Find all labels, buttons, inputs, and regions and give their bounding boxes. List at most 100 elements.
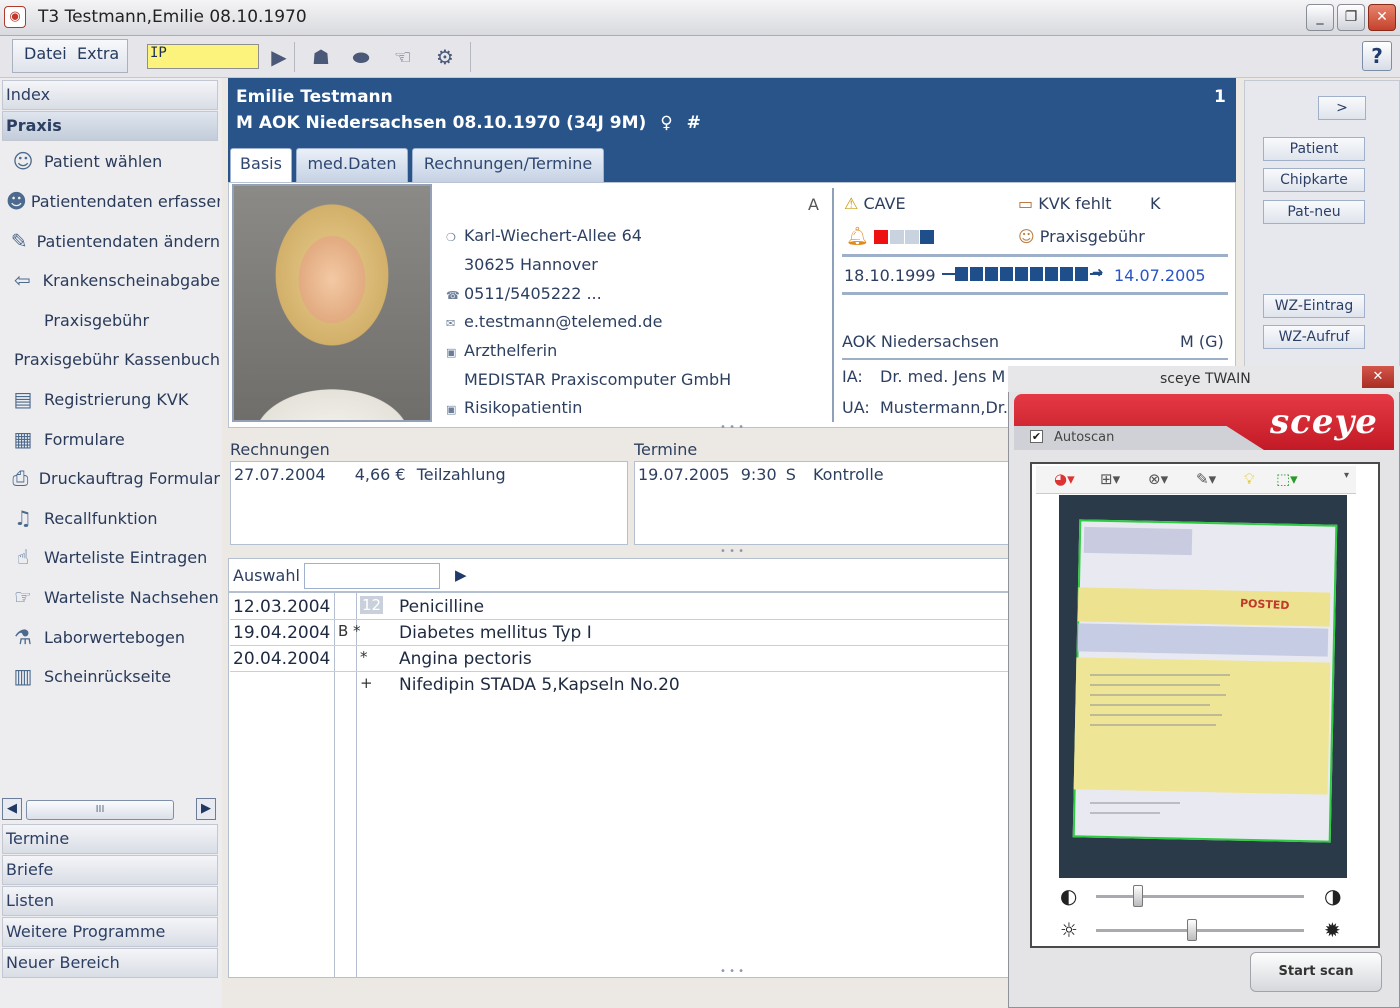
- splitter-grip[interactable]: • • •: [720, 966, 744, 977]
- chipkarte-button[interactable]: Chipkarte: [1263, 168, 1365, 192]
- rechnungen-box[interactable]: 27.07.2004 4,66 € Teilzahlung: [230, 461, 628, 545]
- row-mark: B *: [338, 622, 361, 640]
- sidebar-item-krankenscheinabgabe[interactable]: ⇦ Krankenscheinabgabe: [6, 261, 220, 299]
- brightness-slider[interactable]: [1096, 929, 1304, 932]
- arrow-left-icon: ⇦: [13, 268, 31, 292]
- play-icon[interactable]: ▶: [264, 42, 294, 72]
- brightness-slider-thumb[interactable]: [1186, 919, 1197, 941]
- document-text-line: [1090, 694, 1226, 696]
- sidebar-index[interactable]: Index: [2, 80, 218, 110]
- light-icon[interactable]: 💡︎: [1244, 470, 1255, 490]
- crop-icon[interactable]: ⬚▾: [1276, 470, 1298, 490]
- termine-box[interactable]: 19.07.2005 9:30 S Kontrolle: [634, 461, 1018, 545]
- wz-eintrag-button[interactable]: WZ-Eintrag: [1263, 294, 1365, 318]
- splitter-grip[interactable]: • • •: [720, 546, 744, 557]
- sidebar-item-formulare[interactable]: ▦ Formulare: [6, 420, 220, 458]
- sidebar-scrollbar[interactable]: ◀ III ▶: [2, 798, 218, 822]
- table-row[interactable]: 12.03.2004 12 Penicilline: [230, 594, 1016, 620]
- sidebar-item-patient-waehlen[interactable]: ☺ Patient wählen: [6, 142, 220, 180]
- sidebar-item-label: Praxisgebühr Kassenbuch: [13, 349, 220, 369]
- sidebar-item-patientendaten-aendern[interactable]: ✎ Patientendaten ändern: [6, 222, 220, 260]
- cave-warning[interactable]: ⚠ CAVE: [844, 194, 906, 213]
- insurance-status: M (G): [1180, 332, 1224, 351]
- risk-status: ▣ Risikopatientin: [446, 398, 583, 417]
- sidebar-weitere-programme[interactable]: Weitere Programme: [2, 917, 218, 947]
- scroll-thumb[interactable]: III: [26, 800, 174, 820]
- sidebar-listen[interactable]: Listen: [2, 886, 218, 916]
- sidebar-item-label: Registrierung KVK: [44, 389, 189, 409]
- patient-button[interactable]: Patient: [1263, 137, 1365, 161]
- sceye-title: sceye TWAIN: [1160, 371, 1251, 387]
- address-street: ❍ Karl-Wiechert-Allee 64: [446, 226, 642, 245]
- patient-info: M AOK Niedersachsen 08.10.1970 (34J 9M): [236, 113, 647, 133]
- sidebar-briefe[interactable]: Briefe: [2, 855, 218, 885]
- sidebar-item-patientendaten-erfassen[interactable]: ☻ Patientendaten erfassen: [6, 182, 220, 220]
- sidebar-item-druckauftrag[interactable]: ⎙ Druckauftrag Formular: [6, 459, 220, 497]
- row-mark: 12: [360, 596, 384, 614]
- sidebar-item-scheinrueckseite[interactable]: ▥ Scheinrückseite: [6, 657, 220, 695]
- restore-button[interactable]: ❐: [1337, 4, 1365, 31]
- sidebar-item-laborwertebogen[interactable]: ⚗ Laborwertebogen: [6, 618, 220, 656]
- scroll-right-icon[interactable]: ▶: [196, 798, 216, 820]
- table-row[interactable]: 19.04.2004 B * Diabetes mellitus Typ I: [230, 620, 1016, 646]
- start-scan-button[interactable]: Start scan: [1250, 952, 1382, 992]
- auswahl-label: Auswahl: [233, 566, 300, 585]
- patients-icon[interactable]: ☗: [306, 42, 336, 72]
- minimize-button[interactable]: _: [1306, 4, 1334, 31]
- close-button[interactable]: ✕: [1368, 4, 1396, 31]
- sceye-close-button[interactable]: ✕: [1362, 366, 1394, 388]
- sidebar-item-recallfunktion[interactable]: ♫ Recallfunktion: [6, 499, 220, 537]
- app-icon[interactable]: ◉: [4, 6, 26, 28]
- sidebar-praxis[interactable]: Praxis: [2, 111, 218, 141]
- lab-icon: ⚗: [14, 625, 32, 649]
- sidebar-item-warteliste-eintragen[interactable]: ☝ Warteliste Eintragen: [6, 538, 220, 576]
- scroll-left-icon[interactable]: ◀: [2, 798, 22, 820]
- sidebar-neuer-bereich[interactable]: Neuer Bereich: [2, 948, 218, 978]
- job-icon: ▣: [446, 346, 457, 359]
- color-wheel-icon[interactable]: ◕▾: [1054, 470, 1075, 490]
- wz-aufruf-button[interactable]: WZ-Aufruf: [1263, 325, 1365, 349]
- filter-icon[interactable]: ⊗▾: [1148, 470, 1168, 490]
- settings-icon[interactable]: ⚙: [430, 42, 460, 72]
- table-row[interactable]: 20.04.2004 * Angina pectoris: [230, 646, 1016, 672]
- window-title: T3 Testmann,Emilie 08.10.1970: [38, 7, 307, 27]
- email[interactable]: ✉ e.testmann@telemed.de: [446, 312, 662, 331]
- tab-med-daten[interactable]: med.Daten: [296, 148, 408, 182]
- invoice-type: Teilzahlung: [416, 465, 506, 484]
- hash-marker: #: [686, 113, 701, 133]
- sidebar-item-label: Druckauftrag Formular: [38, 468, 220, 488]
- divider-line: [842, 358, 1228, 360]
- tab-basis[interactable]: Basis: [230, 148, 292, 183]
- auswahl-input[interactable]: [304, 563, 440, 589]
- sidebar-item-registrierung-kvk[interactable]: ▤ Registrierung KVK: [6, 380, 220, 418]
- pen-icon[interactable]: ✎▾: [1196, 470, 1216, 490]
- splitter-grip[interactable]: • • •: [720, 422, 744, 433]
- document-stamp: POSTED: [1239, 596, 1290, 613]
- pat-neu-button[interactable]: Pat-neu: [1263, 200, 1365, 224]
- hand-icon[interactable]: ☜: [388, 42, 418, 72]
- menu-extra[interactable]: Extra: [77, 44, 119, 63]
- ip-input[interactable]: IP: [147, 44, 259, 69]
- row-text: Penicilline: [399, 597, 485, 617]
- autoscan-checkbox[interactable]: ✔: [1030, 430, 1043, 443]
- sidebar-termine[interactable]: Termine: [2, 824, 218, 854]
- praxisgebuehr-status[interactable]: ☺ Praxisgebühr: [1018, 227, 1145, 246]
- nav-forward-button[interactable]: >: [1318, 96, 1366, 120]
- grid-icon[interactable]: ⊞▾: [1100, 470, 1120, 490]
- kvk-status[interactable]: ▭ KVK fehlt: [1018, 194, 1112, 213]
- sidebar-item-praxisgebuehr[interactable]: Praxisgebühr: [6, 301, 220, 339]
- tab-rechnungen-termine[interactable]: Rechnungen/Termine: [412, 148, 604, 182]
- contrast-slider-thumb[interactable]: [1132, 885, 1143, 907]
- sidebar-item-praxisgebuehr-kassenbuch[interactable]: Praxisgebühr Kassenbuch: [6, 340, 220, 378]
- help-button[interactable]: ?: [1362, 41, 1392, 71]
- sidebar-item-warteliste-nachsehen[interactable]: ☞ Warteliste Nachsehen: [6, 578, 220, 616]
- play-icon[interactable]: ▶: [455, 566, 467, 584]
- contrast-slider[interactable]: [1096, 895, 1304, 898]
- toolbar-more-icon[interactable]: ▾: [1344, 470, 1349, 490]
- card-icon[interactable]: ⬬: [346, 42, 376, 72]
- status-red-indicator: [874, 230, 888, 244]
- row-mark: +: [360, 674, 373, 692]
- table-row[interactable]: + Nifedipin STADA 5,Kapseln No.20: [230, 672, 1016, 698]
- menu-datei[interactable]: Datei: [24, 44, 67, 63]
- document-text-line: [1090, 812, 1160, 814]
